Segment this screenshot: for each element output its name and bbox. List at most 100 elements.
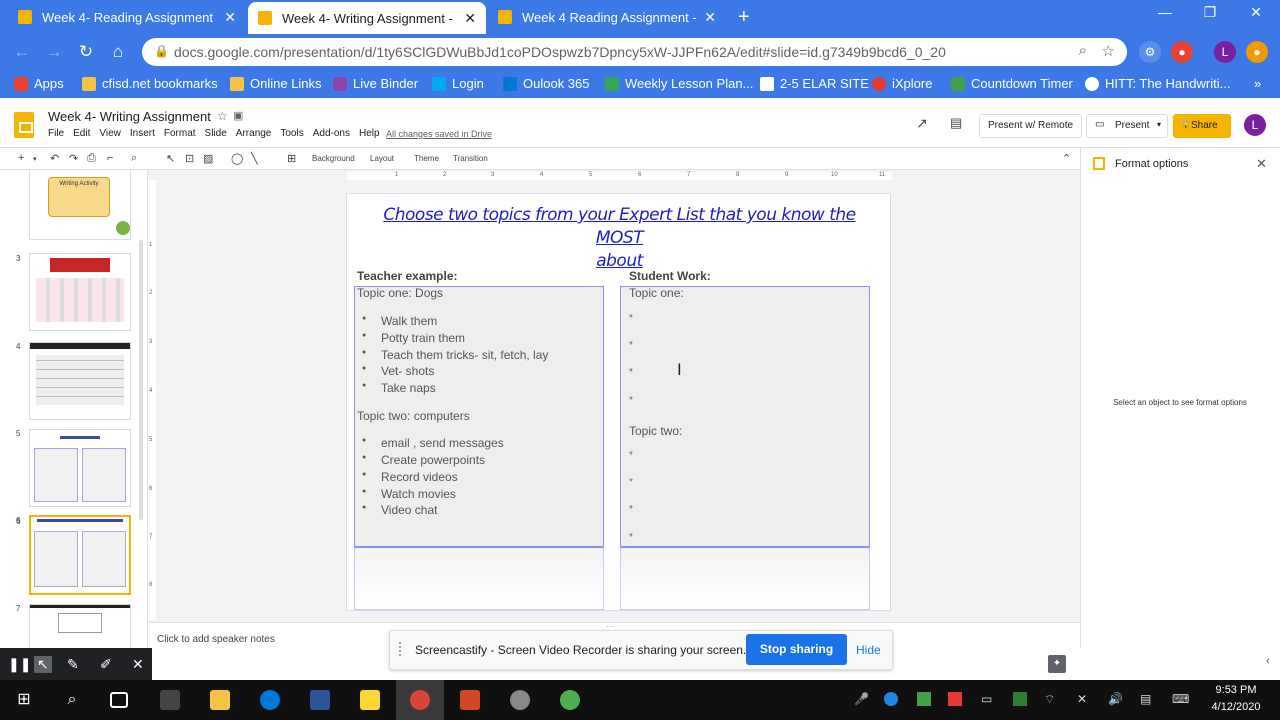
star-icon[interactable]: ☆ bbox=[217, 109, 228, 123]
bookmark-cfisd[interactable]: cfisd.net bookmarks bbox=[82, 76, 218, 91]
text-box-icon[interactable]: ⊡ bbox=[185, 152, 194, 165]
line-icon[interactable]: ╲ bbox=[251, 152, 258, 165]
bookmark-outlook[interactable]: Oulook 365 bbox=[503, 76, 590, 91]
zoom-tray-icon[interactable] bbox=[884, 692, 898, 706]
clock-time[interactable]: 9:53 PM bbox=[1211, 684, 1261, 696]
side-panel-toggle-icon[interactable]: ‹ bbox=[1266, 655, 1270, 667]
chrome-icon[interactable] bbox=[560, 690, 580, 710]
volume-icon[interactable]: 🔊 bbox=[1108, 692, 1123, 706]
paint-format-icon[interactable]: ⌐ bbox=[107, 152, 113, 164]
zoom-icon[interactable]: ⌕ bbox=[1079, 42, 1087, 59]
restore-icon[interactable]: ❐ bbox=[1190, 4, 1230, 21]
comment-add-icon[interactable]: ⊞ bbox=[287, 152, 296, 165]
speaker-notes-placeholder[interactable]: Click to add speaker notes bbox=[157, 634, 275, 645]
slide-thumbnail-2[interactable]: Writing Activity bbox=[29, 170, 131, 240]
powerpoint-icon[interactable] bbox=[460, 690, 480, 710]
keyboard-icon[interactable]: ⌨ bbox=[1172, 692, 1189, 706]
present-button[interactable]: ▭ Present ▾ bbox=[1086, 114, 1168, 138]
undo-icon[interactable]: ↶ bbox=[50, 152, 59, 165]
edge-icon[interactable] bbox=[260, 690, 280, 710]
zoom-icon[interactable]: ⌕ bbox=[131, 152, 137, 165]
battery-icon[interactable]: ▭ bbox=[981, 692, 992, 706]
slide-thumbnail-3[interactable] bbox=[29, 253, 131, 331]
chrome-profile-icon[interactable] bbox=[410, 690, 430, 710]
tray-close-icon[interactable]: ✕ bbox=[1077, 692, 1087, 706]
drag-handle-icon[interactable] bbox=[399, 642, 405, 656]
notes-tray-icon[interactable]: ▤ bbox=[1140, 692, 1151, 706]
word-icon[interactable] bbox=[310, 690, 330, 710]
comments-icon[interactable]: ▤ bbox=[950, 115, 962, 131]
bookmark-ixplore[interactable]: iXplore bbox=[872, 76, 932, 91]
close-tab-icon[interactable]: ✕ bbox=[464, 10, 476, 27]
print-icon[interactable]: ⎙ bbox=[87, 152, 96, 165]
reload-icon[interactable]: ↻ bbox=[74, 42, 98, 62]
hide-button[interactable]: Hide bbox=[856, 643, 881, 657]
image-icon[interactable]: ▨ bbox=[203, 152, 213, 165]
menu-slide[interactable]: Slide bbox=[205, 128, 227, 139]
activity-icon[interactable]: ↗ bbox=[916, 115, 928, 132]
redo-icon[interactable]: ↷ bbox=[69, 152, 78, 165]
extension-icon[interactable]: ⚙ bbox=[1139, 41, 1161, 63]
pen-icon[interactable]: ✎ bbox=[67, 656, 79, 673]
close-icon[interactable]: ✕ bbox=[132, 656, 144, 673]
pause-icon[interactable]: ❚❚ bbox=[8, 656, 31, 673]
menu-tools[interactable]: Tools bbox=[280, 128, 303, 139]
tab-reading-assignment-2[interactable]: Week 4 Reading Assignment - G ✕ bbox=[488, 0, 726, 34]
screencastify-extension-icon[interactable]: ● bbox=[1171, 41, 1193, 63]
close-window-icon[interactable]: ✕ bbox=[1236, 4, 1276, 21]
menu-file[interactable]: File bbox=[48, 128, 64, 139]
snipping-tool-icon[interactable] bbox=[510, 690, 530, 710]
bookmark-online-links[interactable]: Online Links bbox=[230, 76, 322, 91]
tray-app-icon[interactable] bbox=[917, 692, 931, 706]
account-avatar[interactable]: L bbox=[1244, 114, 1266, 136]
home-icon[interactable]: ⌂ bbox=[106, 42, 130, 62]
student-lower-box[interactable] bbox=[620, 546, 870, 610]
slide-thumbnail-4[interactable] bbox=[29, 342, 131, 420]
theme-button[interactable]: Theme bbox=[414, 154, 439, 163]
highlighter-icon[interactable]: ✐ bbox=[100, 656, 112, 673]
share-button[interactable]: 🔒 Share bbox=[1173, 114, 1231, 138]
tray-app-icon[interactable] bbox=[948, 692, 962, 706]
menu-addons[interactable]: Add-ons bbox=[313, 128, 350, 139]
close-icon[interactable]: ✕ bbox=[1256, 156, 1267, 172]
pointer-icon[interactable]: ↖ bbox=[34, 656, 52, 673]
more-bookmarks-icon[interactable]: » bbox=[1254, 76, 1261, 91]
microphone-icon[interactable]: 🎤 bbox=[854, 692, 869, 706]
select-arrow-icon[interactable]: ↖ bbox=[166, 152, 175, 165]
shape-icon[interactable]: ◯ bbox=[231, 152, 243, 165]
menu-format[interactable]: Format bbox=[164, 128, 196, 139]
chevron-down-icon[interactable]: ▾ bbox=[33, 155, 37, 163]
bookmark-elar-site[interactable]: 2-5 ELAR SITE bbox=[760, 76, 869, 91]
slide-title[interactable]: Choose two topics from your Expert List … bbox=[362, 204, 877, 273]
bookmark-hitt[interactable]: HITT: The Handwriti... bbox=[1085, 76, 1230, 91]
bookmark-countdown-timer[interactable]: Countdown Timer bbox=[951, 76, 1073, 91]
back-icon[interactable]: ← bbox=[10, 42, 34, 62]
tab-reading-assignment[interactable]: Week 4- Reading Assignment - b ✕ bbox=[8, 0, 246, 34]
document-title[interactable]: Week 4- Writing Assignment bbox=[48, 109, 211, 124]
menu-help[interactable]: Help bbox=[359, 128, 380, 139]
teacher-lower-box[interactable] bbox=[354, 546, 604, 610]
stop-sharing-button[interactable]: Stop sharing bbox=[746, 634, 847, 665]
file-explorer-icon[interactable] bbox=[210, 690, 230, 710]
student-work-heading[interactable]: Student Work: bbox=[629, 269, 711, 283]
tab-writing-assignment[interactable]: Week 4- Writing Assignment - G ✕ bbox=[248, 2, 486, 34]
forward-icon[interactable]: → bbox=[42, 42, 66, 62]
background-button[interactable]: Background bbox=[312, 154, 355, 163]
menu-view[interactable]: View bbox=[99, 128, 121, 139]
tray-app-icon[interactable] bbox=[1013, 692, 1027, 706]
address-bar[interactable]: 🔒 docs.google.com/presentation/d/1ty6SCl… bbox=[142, 38, 1127, 66]
bookmark-apps[interactable]: Apps bbox=[14, 76, 64, 91]
save-status[interactable]: All changes saved in Drive bbox=[386, 129, 492, 139]
filmstrip-scrollbar[interactable] bbox=[139, 240, 143, 520]
menu-edit[interactable]: Edit bbox=[73, 128, 90, 139]
minimize-icon[interactable]: — bbox=[1145, 4, 1185, 20]
student-work-box[interactable] bbox=[620, 286, 870, 547]
close-tab-icon[interactable]: ✕ bbox=[704, 9, 716, 26]
new-tab-icon[interactable]: + bbox=[738, 6, 750, 29]
store-icon[interactable] bbox=[160, 690, 180, 710]
close-tab-icon[interactable]: ✕ bbox=[224, 9, 236, 26]
explore-icon[interactable]: ✦ bbox=[1048, 655, 1066, 673]
present-remote-button[interactable]: Present w/ Remote bbox=[979, 114, 1083, 138]
layout-button[interactable]: Layout bbox=[370, 154, 394, 163]
bookmark-star-icon[interactable]: ☆ bbox=[1102, 42, 1115, 60]
